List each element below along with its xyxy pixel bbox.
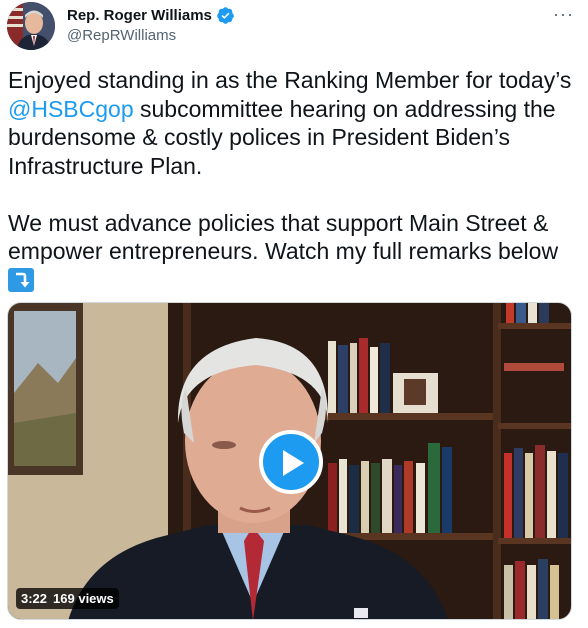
tweet-line-5: We must advance policies that support Ma… [8,209,549,236]
tweet-line-6: empower entrepreneurs. Watch my full rem… [8,238,559,264]
video-views: 169 views [53,591,114,606]
author-display-name[interactable]: Rep. Roger Williams [67,7,212,24]
tweet-line-4: Infrastructure Plan. [8,152,203,179]
video-duration: 3:22 [21,591,48,606]
tweet-line-3: burdensome & costly polices in President… [8,124,511,150]
tweet-line-1: Enjoyed standing in as the Ranking Membe… [8,67,572,93]
video-info-badge: 3:22 169 views [16,588,119,609]
tweet-line-2: subcommittee hearing on addressing the [133,95,556,122]
verified-badge-icon [216,6,235,25]
tweet: Rep. Roger Williams @RepRWilliams ··· En… [0,0,588,628]
more-options-icon[interactable]: ··· [553,4,574,25]
play-button[interactable] [259,430,323,494]
tweet-text: Enjoyed standing in as the Ranking Membe… [8,66,578,294]
arrow-curving-down-icon [8,267,34,292]
video-player[interactable]: 3:22 169 views [7,302,572,620]
author-name-row: Rep. Roger Williams [67,6,235,25]
avatar[interactable] [7,2,55,50]
author-handle[interactable]: @RepRWilliams [67,27,176,44]
mention-link[interactable]: @HSBCgop [8,96,134,122]
